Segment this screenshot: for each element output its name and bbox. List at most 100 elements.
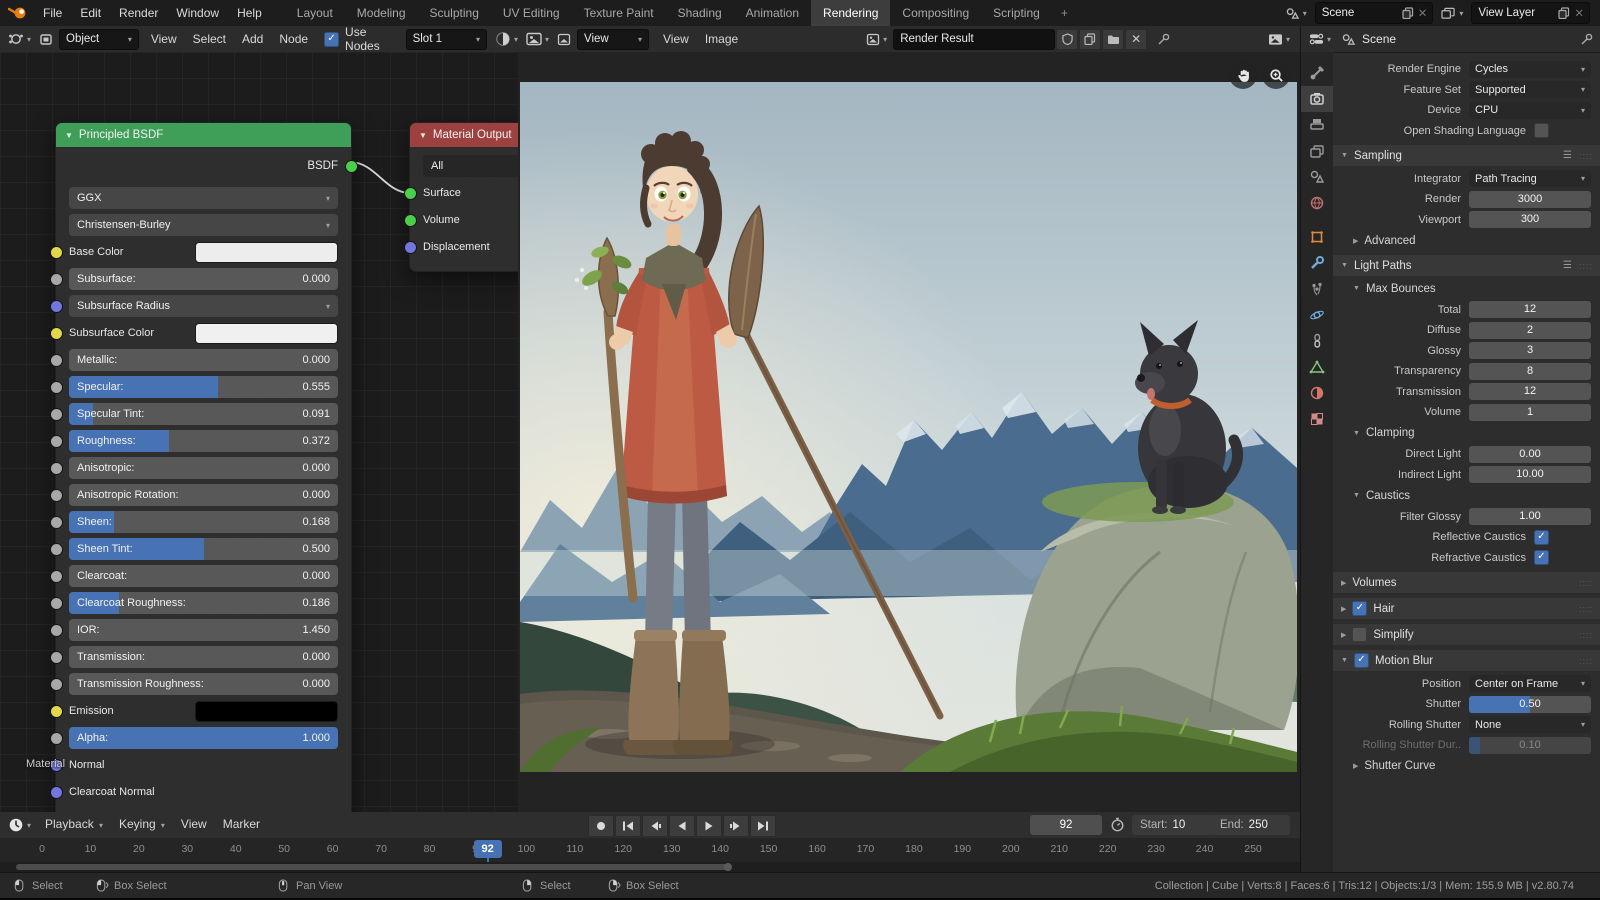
properties-tab-particles-icon[interactable] [1301, 276, 1333, 302]
frame-start-field[interactable]: Start:10 [1132, 815, 1214, 835]
panel-clamping[interactable]: ▼Clamping [1333, 424, 1600, 443]
input-socket-gray[interactable] [50, 516, 63, 529]
workspace-tab-shading[interactable]: Shading [666, 0, 734, 26]
main-menu-edit[interactable]: Edit [71, 0, 110, 26]
properties-tab-object-icon[interactable] [1301, 224, 1333, 250]
input-socket-gray[interactable] [50, 732, 63, 745]
collapse-arrow-icon[interactable]: ▼ [65, 131, 73, 140]
panel-max-bounces[interactable]: ▼Max Bounces [1333, 279, 1600, 298]
input-socket-gray[interactable] [50, 462, 63, 475]
new-image-icon[interactable] [1079, 29, 1101, 50]
workspace-tab-modeling[interactable]: Modeling [345, 0, 418, 26]
properties-tab-tool-icon[interactable] [1301, 60, 1333, 86]
input-socket-yellow[interactable] [50, 705, 63, 718]
node-slider[interactable]: Transmission:0.000 [69, 646, 338, 668]
input-socket-gray[interactable] [50, 570, 63, 583]
node-dropdown[interactable]: Subsurface Radius▾ [69, 295, 338, 317]
shader-menu-select[interactable]: Select [185, 26, 234, 52]
shader-menu-view[interactable]: View [143, 26, 185, 52]
image-datablock-field[interactable]: Render Result [893, 29, 1055, 50]
color-swatch[interactable] [195, 701, 338, 722]
shader-node-editor[interactable]: ▼ Principled BSDF BSDF GGX▾Christensen-B… [0, 52, 518, 812]
new-scene-icon[interactable] [1402, 7, 1414, 19]
properties-tab-scene-icon[interactable] [1301, 164, 1333, 190]
color-swatch[interactable] [195, 242, 338, 263]
add-workspace-button[interactable]: + [1052, 0, 1077, 26]
workspace-tab-rendering[interactable]: Rendering [811, 0, 890, 26]
properties-tab-data-icon[interactable] [1301, 354, 1333, 380]
panel-arrow-icon[interactable]: ▶ [1341, 631, 1346, 639]
properties-tab-world-icon[interactable] [1301, 190, 1333, 216]
value-field-total[interactable]: 12 [1469, 301, 1591, 318]
shader-menu-node[interactable]: Node [271, 26, 316, 52]
node-slider[interactable]: Anisotropic Rotation:0.000 [69, 484, 338, 506]
shader-menu-add[interactable]: Add [234, 26, 271, 52]
workspace-tab-scripting[interactable]: Scripting [981, 0, 1052, 26]
panel-checkbox[interactable] [1352, 627, 1367, 642]
principled-bsdf-node[interactable]: ▼ Principled BSDF BSDF GGX▾Christensen-B… [55, 122, 352, 812]
editor-type-shader-icon[interactable]: ▾ [8, 32, 31, 46]
input-socket-gray[interactable] [50, 597, 63, 610]
main-menu-help[interactable]: Help [228, 0, 271, 26]
fake-user-shield-icon[interactable] [1056, 29, 1078, 50]
panel-hair[interactable]: ▶✓Hair:::: [1333, 598, 1600, 619]
panel-shutter-curve[interactable]: ▶Shutter Curve [1333, 757, 1600, 776]
image-menu-image[interactable]: Image [697, 26, 746, 52]
panel-arrow-icon[interactable]: ▶ [1353, 762, 1358, 770]
presets-icon[interactable]: ☰ [1563, 260, 1573, 271]
panel-checkbox[interactable]: ✓ [1352, 601, 1367, 616]
input-socket-gray[interactable] [50, 489, 63, 502]
panel-arrow-icon[interactable]: ▼ [1353, 285, 1360, 292]
workspace-tab-texture-paint[interactable]: Texture Paint [572, 0, 666, 26]
input-socket-shader[interactable] [404, 214, 417, 227]
dropdown-integrator[interactable]: Path Tracing▾ [1469, 170, 1591, 187]
node-slider[interactable]: Specular:0.555 [69, 376, 338, 398]
timeline-menu-marker[interactable]: Marker [215, 811, 268, 839]
scene-icon[interactable]: ▾ [1285, 7, 1307, 20]
pin-icon[interactable] [1157, 33, 1170, 46]
node-slider[interactable]: Subsurface:0.000 [69, 268, 338, 290]
image-editor-viewport[interactable] [518, 52, 1300, 812]
output-target-row[interactable]: All [423, 155, 518, 177]
playhead[interactable]: 92 [474, 840, 502, 858]
input-socket-shader[interactable] [404, 187, 417, 200]
node-slider[interactable]: Transmission Roughness:0.000 [69, 673, 338, 695]
workspace-tab-animation[interactable]: Animation [734, 0, 811, 26]
value-field-diffuse[interactable]: 2 [1469, 322, 1591, 339]
value-field-glossy[interactable]: 3 [1469, 342, 1591, 359]
input-socket-gray[interactable] [50, 651, 63, 664]
panel-arrow-icon[interactable]: ▼ [1341, 152, 1348, 159]
input-socket-vector[interactable] [404, 241, 417, 254]
node-value-field[interactable]: IOR:1.450 [69, 619, 338, 641]
play-reverse-button[interactable] [669, 815, 695, 837]
view-layer-icon[interactable]: ▾ [1441, 7, 1463, 20]
workspace-tab-layout[interactable]: Layout [285, 0, 345, 26]
dropdown-device[interactable]: CPU▾ [1469, 102, 1591, 119]
checkbox-reflective-caustics[interactable]: ✓ [1534, 530, 1549, 545]
jump-end-button[interactable] [750, 815, 776, 837]
panel-volumes[interactable]: ▶Volumes:::: [1333, 572, 1600, 593]
material-preview-icon[interactable]: ▾ [495, 31, 518, 47]
bsdf-output-socket[interactable] [345, 160, 358, 173]
input-socket-gray[interactable] [50, 273, 63, 286]
panel-checkbox[interactable]: ✓ [1354, 653, 1369, 668]
node-slider[interactable]: Clearcoat:0.000 [69, 565, 338, 587]
presets-icon[interactable]: ☰ [1563, 150, 1573, 161]
principled-bsdf-header[interactable]: ▼ Principled BSDF [56, 123, 351, 147]
input-socket-gray[interactable] [50, 624, 63, 637]
panel-simplify[interactable]: ▶Simplify:::: [1333, 624, 1600, 645]
panel-motion-blur[interactable]: ▼✓Motion Blur:::: [1333, 650, 1600, 671]
color-swatch[interactable] [195, 323, 338, 344]
pan-view-icon[interactable] [1229, 61, 1257, 89]
value-field-render[interactable]: 3000 [1469, 191, 1591, 208]
node-slider[interactable]: Alpha:1.000 [69, 727, 338, 749]
scrollbar-knob[interactable] [724, 863, 732, 871]
unlink-scene-icon[interactable]: ✕ [1418, 6, 1428, 20]
dropdown-feature-set[interactable]: Supported▾ [1469, 81, 1591, 98]
image-datablock-icon[interactable]: ▾ [866, 33, 887, 46]
panel-light-paths[interactable]: ▼Light Paths☰:::: [1333, 255, 1600, 276]
new-view-layer-icon[interactable] [1558, 7, 1570, 19]
value-field-viewport[interactable]: 300 [1469, 211, 1591, 228]
play-button[interactable] [696, 815, 722, 837]
timeline-menu-keying[interactable]: Keying ▾ [111, 811, 173, 839]
